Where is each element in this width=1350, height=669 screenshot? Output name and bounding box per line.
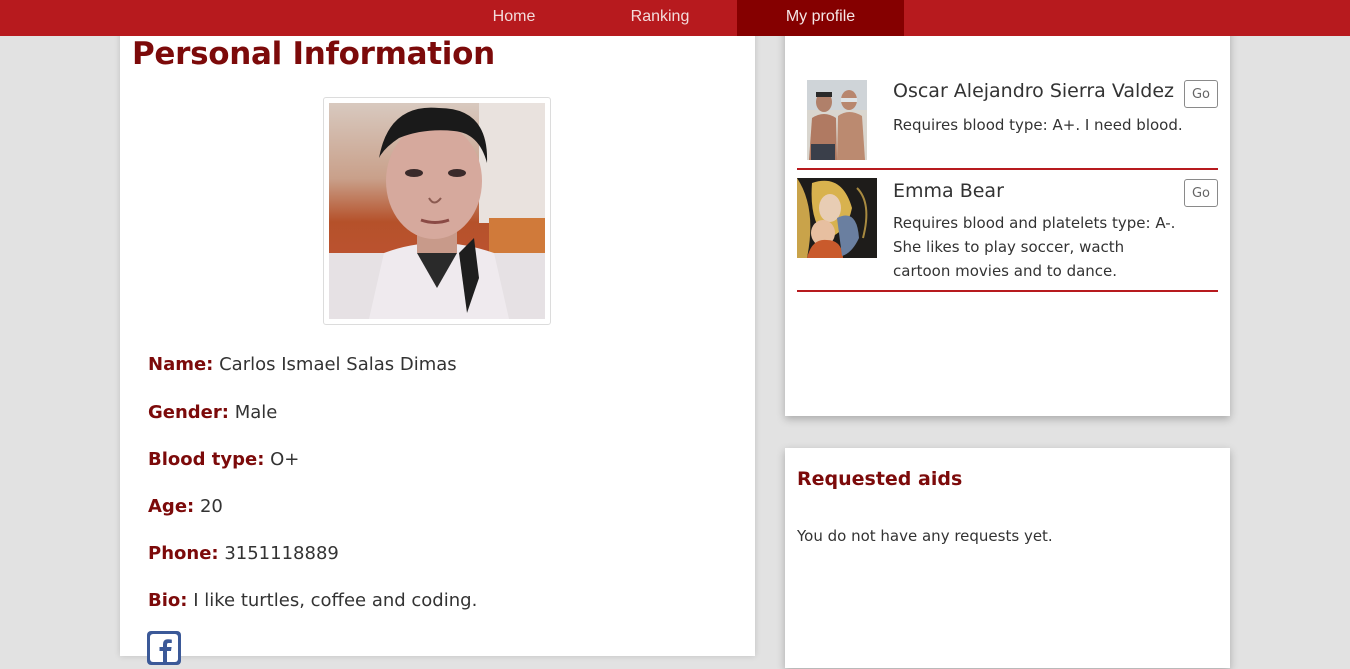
nav-ranking[interactable]: Ranking <box>604 0 716 36</box>
info-value: I like turtles, coffee and coding. <box>193 590 478 611</box>
info-age: Age: 20 <box>148 496 223 517</box>
aid-description: Requires blood and platelets type: A-. S… <box>893 214 1176 280</box>
requested-empty-message: You do not have any requests yet. <box>797 527 1053 545</box>
personal-info-card: Personal Information Name: Carlos Ismael… <box>120 0 755 665</box>
info-gender: Gender: Male <box>148 402 277 423</box>
requested-aids-card: Requested aids You do not have any reque… <box>785 448 1230 668</box>
aid-photo <box>807 80 867 160</box>
nav-my-profile[interactable]: My profile <box>737 0 904 36</box>
aid-name[interactable]: Emma Bear <box>893 180 1004 202</box>
aid-photo <box>797 178 877 258</box>
profile-photo <box>329 103 545 319</box>
page-title: Personal Information <box>132 36 495 72</box>
nav-home[interactable]: Home <box>464 0 564 36</box>
requested-aids-title: Requested aids <box>797 468 963 490</box>
info-phone: Phone: 3151118889 <box>148 543 339 564</box>
top-navbar: Home Ranking My profile <box>0 0 1350 36</box>
info-label: Age: <box>148 496 195 517</box>
info-value: Male <box>234 402 278 423</box>
aid-item: Oscar Alejandro Sierra Valdez Requires b… <box>797 70 1218 170</box>
info-label: Name: <box>148 354 214 375</box>
info-label: Bio: <box>148 590 188 611</box>
go-button[interactable]: Go <box>1184 80 1218 108</box>
facebook-icon[interactable] <box>147 631 181 665</box>
info-label: Blood type: <box>148 449 265 470</box>
aid-item: Emma Bear Requires blood and platelets t… <box>797 170 1218 292</box>
info-blood-type: Blood type: O+ <box>148 449 299 470</box>
go-button[interactable]: Go <box>1184 179 1218 207</box>
info-value: 3151118889 <box>224 543 339 564</box>
aid-name[interactable]: Oscar Alejandro Sierra Valdez <box>893 80 1174 102</box>
info-label: Gender: <box>148 402 229 423</box>
profile-photo-frame <box>323 97 551 325</box>
info-name: Name: Carlos Ismael Salas Dimas <box>148 354 457 375</box>
aid-description: Requires blood type: A+. I need blood. <box>893 116 1183 134</box>
info-bio: Bio: I like turtles, coffee and coding. <box>148 590 477 611</box>
info-value: Carlos Ismael Salas Dimas <box>219 354 457 375</box>
info-label: Phone: <box>148 543 219 564</box>
info-value: 20 <box>199 496 223 517</box>
info-value: O+ <box>270 449 300 470</box>
aids-card: Oscar Alejandro Sierra Valdez Requires b… <box>785 0 1230 416</box>
